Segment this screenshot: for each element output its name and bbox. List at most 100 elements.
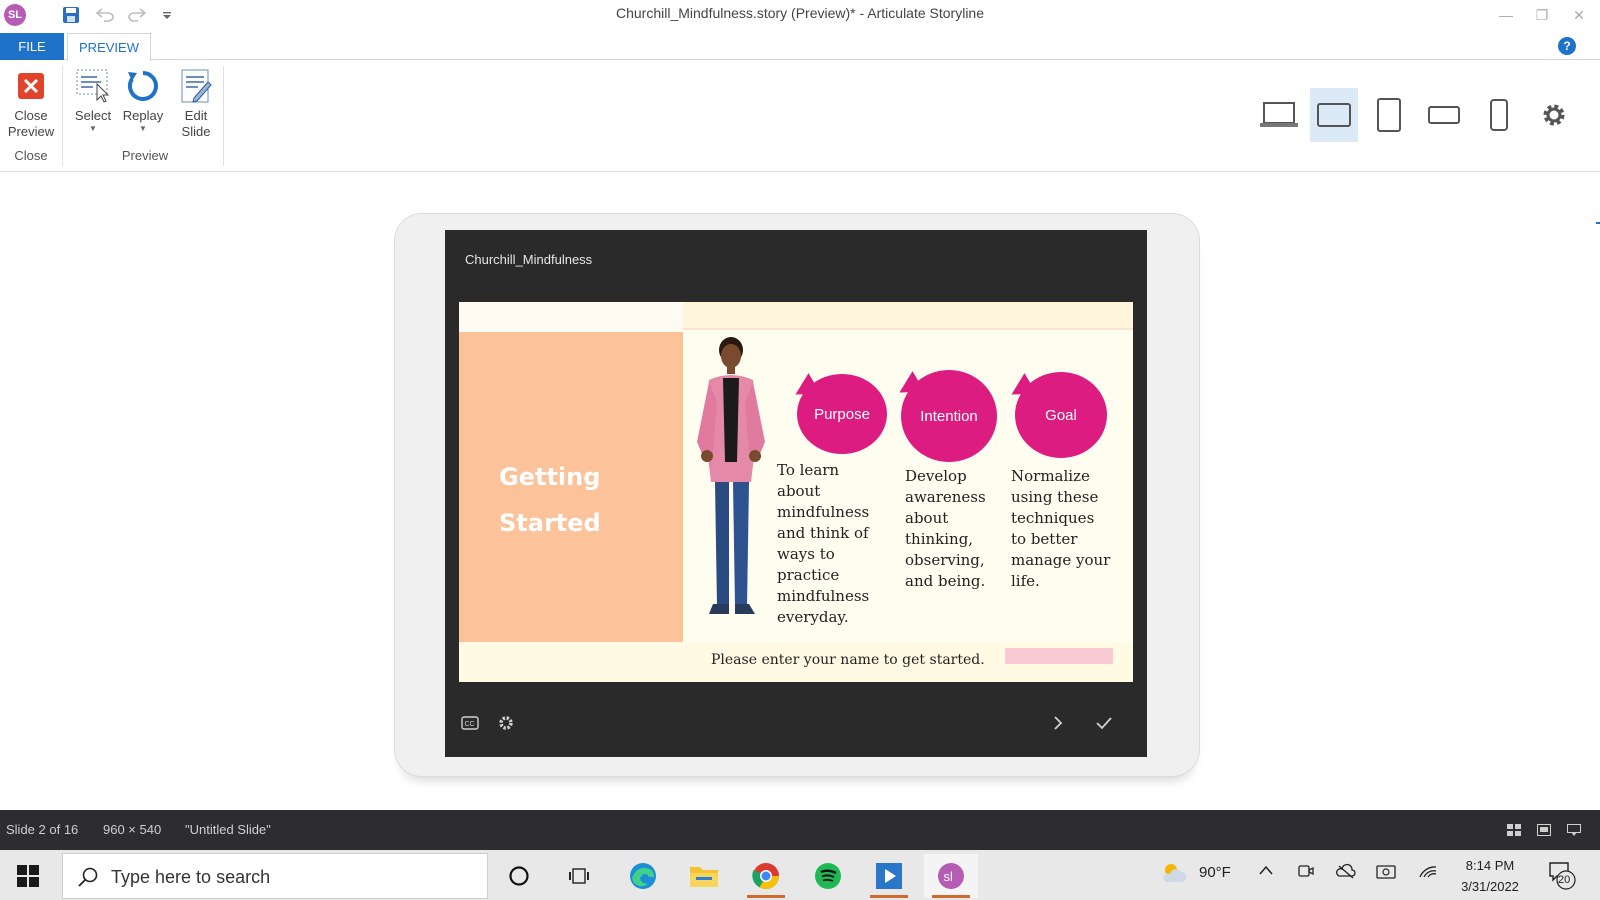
intention-text-line: about <box>905 509 949 527</box>
windows-taskbar: Type here to search sl 90°F 8:14 PM 3/31… <box>0 850 1600 900</box>
tablet-portrait-icon[interactable] <box>1365 88 1413 142</box>
player-settings-icon[interactable] <box>493 710 519 736</box>
bubble-purpose: Purpose <box>797 374 887 454</box>
purpose-text-line: everyday. <box>777 608 849 626</box>
task-view-icon[interactable] <box>553 854 607 898</box>
help-icon[interactable]: ? <box>1558 37 1576 55</box>
replay-dropdown-icon[interactable]: ▼ <box>118 124 168 134</box>
onedrive-icon[interactable] <box>1336 863 1356 883</box>
replay-icon <box>125 68 161 104</box>
tab-preview[interactable]: PREVIEW <box>67 33 151 61</box>
close-preview-button[interactable]: Close Preview <box>4 68 58 140</box>
slide-heading-line-1: Getting <box>499 463 601 491</box>
ribbon-separator <box>62 66 63 166</box>
next-icon[interactable] <box>1045 710 1071 736</box>
purpose-text: To learn about mindfulness and think of … <box>777 460 869 628</box>
purpose-text-line: mindfulness <box>777 587 870 605</box>
edit-slide-label-1: Edit <box>184 108 208 123</box>
edit-slide-button[interactable]: Edit Slide <box>172 68 220 140</box>
goal-text: Normalize using these techniques to bett… <box>1011 466 1110 592</box>
phone-landscape-icon[interactable] <box>1420 88 1468 142</box>
bubble-intention: Intention <box>901 370 997 462</box>
close-icon[interactable]: ✕ <box>1564 4 1594 26</box>
preview-view-icon[interactable] <box>1565 821 1583 839</box>
purpose-text-line: about <box>777 482 821 500</box>
purpose-text-line: and think of <box>777 524 869 542</box>
show-hidden-icons-icon[interactable] <box>1258 863 1274 880</box>
status-bar: Slide 2 of 16 960 × 540 "Untitled Slide" <box>0 810 1600 850</box>
slide-top-bar-left <box>459 302 683 330</box>
tab-file[interactable]: FILE <box>0 33 64 60</box>
ribbon-separator <box>223 66 224 166</box>
slide-position: Slide 2 of 16 <box>6 822 79 837</box>
title-panel: Getting Started <box>459 332 683 642</box>
meet-now-icon[interactable] <box>1298 863 1314 883</box>
system-clock[interactable]: 8:14 PM 3/31/2022 <box>1440 855 1540 897</box>
clock-date: 3/31/2022 <box>1461 879 1519 894</box>
search-icon <box>78 867 98 887</box>
settings-icon[interactable] <box>1530 88 1578 142</box>
select-slide-icon <box>75 68 111 104</box>
purpose-text-line: practice <box>777 566 840 584</box>
group-preview-label: Preview <box>121 148 169 163</box>
intention-text-line: thinking, <box>905 530 974 548</box>
course-player: Churchill_Mindfulness Getting Started Pu… <box>445 230 1147 757</box>
phone-portrait-icon[interactable] <box>1475 88 1523 142</box>
edge-icon[interactable] <box>616 854 670 898</box>
ribbon: Close Preview Close Select ▼ Replay ▼ Ed… <box>0 60 1600 172</box>
name-entry-bar: Please enter your name to get started. <box>459 642 1133 682</box>
name-prompt: Please enter your name to get started. <box>711 652 985 668</box>
slide-heading: Getting Started <box>499 454 601 546</box>
character-illustration <box>697 337 765 614</box>
taskbar-search-box[interactable]: Type here to search <box>62 853 488 899</box>
restore-icon[interactable]: ❐ <box>1527 4 1557 26</box>
storyline-icon[interactable]: sl <box>924 854 978 898</box>
preview-stage: Churchill_Mindfulness Getting Started Pu… <box>0 173 1600 810</box>
edit-slide-icon <box>178 68 214 104</box>
purpose-text-line: To learn <box>777 461 840 479</box>
svg-text:CC: CC <box>465 721 475 728</box>
intention-text-line: and being. <box>905 572 986 590</box>
goal-text-line: to better <box>1011 530 1078 548</box>
storage-sync-icon[interactable] <box>1376 863 1396 885</box>
captions-icon[interactable]: CC <box>457 710 483 736</box>
intention-text-line: observing, <box>905 551 985 569</box>
purpose-text-line: mindfulness <box>777 503 870 521</box>
submit-check-icon[interactable] <box>1091 710 1117 736</box>
spotify-icon[interactable] <box>801 854 855 898</box>
intention-text-line: Develop <box>905 467 967 485</box>
select-dropdown-icon[interactable]: ▼ <box>70 124 116 134</box>
purpose-text-line: ways to <box>777 545 835 563</box>
intention-text-line: awareness <box>905 488 986 506</box>
select-label: Select <box>74 108 112 123</box>
wifi-icon[interactable] <box>1418 863 1438 883</box>
windows-start-icon[interactable] <box>12 860 44 892</box>
close-preview-icon <box>13 68 49 104</box>
tablet-landscape-icon[interactable] <box>1310 88 1358 142</box>
normal-view-icon[interactable] <box>1535 821 1553 839</box>
bubble-goal: Goal <box>1015 372 1107 458</box>
goal-text-line: Normalize <box>1011 467 1090 485</box>
goal-text-line: techniques <box>1011 509 1095 527</box>
cortana-icon[interactable] <box>492 854 546 898</box>
ribbon-tabs: FILE PREVIEW ? <box>0 33 1600 61</box>
file-explorer-icon[interactable] <box>677 854 731 898</box>
clock-time: 8:14 PM <box>1465 858 1515 873</box>
articulate-replay-icon[interactable] <box>862 854 916 898</box>
search-placeholder: Type here to search <box>111 867 271 887</box>
weather-temperature[interactable]: 90°F <box>1199 864 1231 881</box>
name-input[interactable] <box>1005 648 1113 664</box>
desktop-icon[interactable] <box>1255 88 1303 142</box>
replay-button[interactable]: Replay ▼ <box>118 68 168 134</box>
replay-label: Replay <box>122 108 164 123</box>
slide-canvas: Getting Started Purpose Intention Goal T… <box>459 302 1133 682</box>
weather-icon[interactable] <box>1160 860 1188 890</box>
select-button[interactable]: Select ▼ <box>70 68 116 134</box>
minimize-icon[interactable]: — <box>1491 4 1521 26</box>
slide-sorter-view-icon[interactable] <box>1505 821 1523 839</box>
chrome-icon[interactable] <box>739 854 793 898</box>
intention-text: Develop awareness about thinking, observ… <box>905 466 986 592</box>
slide-heading-line-2: Started <box>499 509 601 537</box>
goal-text-line: using these <box>1011 488 1099 506</box>
slide-dimensions: 960 × 540 <box>103 822 162 837</box>
